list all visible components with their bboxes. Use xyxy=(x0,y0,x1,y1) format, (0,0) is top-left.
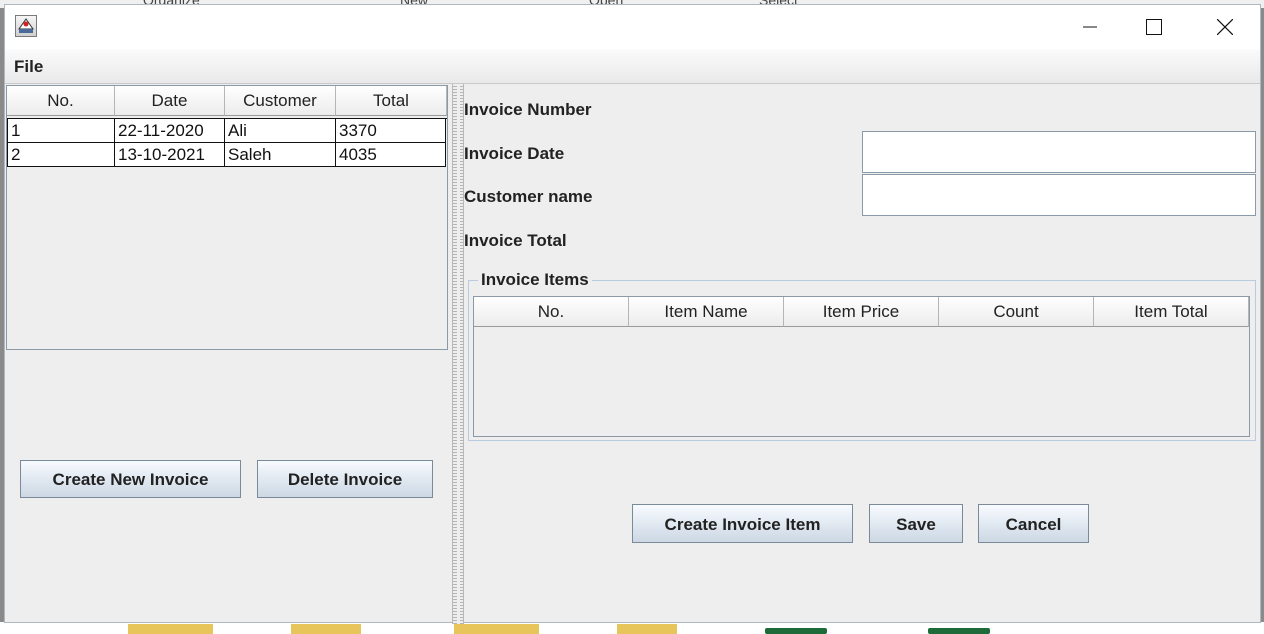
background-folder-icon xyxy=(291,624,361,634)
background-excel-icon xyxy=(765,628,827,634)
column-header-date[interactable]: Date xyxy=(115,86,225,116)
items-table-header: No. Item Name Item Price Count Item Tota… xyxy=(474,297,1249,327)
invoices-panel: No. Date Customer Total 1 22-11-2020 Ali… xyxy=(5,84,451,624)
maximize-button[interactable] xyxy=(1131,5,1177,49)
column-header-item-total[interactable]: Item Total xyxy=(1094,297,1249,327)
invoice-items-table[interactable]: No. Item Name Item Price Count Item Tota… xyxy=(473,296,1250,437)
cancel-button[interactable]: Cancel xyxy=(978,504,1089,543)
cell-date: 13-10-2021 xyxy=(115,143,225,167)
customer-name-field[interactable] xyxy=(862,174,1256,216)
column-header-no[interactable]: No. xyxy=(474,297,629,327)
table-row[interactable]: 1 22-11-2020 Ali 3370 xyxy=(7,118,447,143)
title-bar[interactable] xyxy=(5,5,1260,49)
background-folder-icon xyxy=(617,624,677,634)
background-folder-icon xyxy=(454,624,539,634)
table-row[interactable]: 2 13-10-2021 Saleh 4035 xyxy=(7,143,447,167)
cell-no: 1 xyxy=(7,119,115,143)
cell-customer: Saleh xyxy=(225,143,336,167)
column-header-total[interactable]: Total xyxy=(336,86,447,116)
delete-invoice-button[interactable]: Delete Invoice xyxy=(257,460,433,498)
column-header-customer[interactable]: Customer xyxy=(225,86,336,116)
minimize-icon xyxy=(1083,26,1097,28)
split-pane-divider[interactable] xyxy=(452,84,464,624)
cell-total: 3370 xyxy=(336,119,446,143)
cell-total: 4035 xyxy=(336,143,446,167)
cell-customer: Ali xyxy=(225,119,336,143)
invoice-number-label: Invoice Number xyxy=(464,100,592,119)
invoices-table[interactable]: No. Date Customer Total 1 22-11-2020 Ali… xyxy=(6,85,448,350)
column-header-item-name[interactable]: Item Name xyxy=(629,297,784,327)
invoice-items-group: Invoice Items No. Item Name Item Price C… xyxy=(468,270,1256,441)
customer-name-label: Customer name xyxy=(464,187,593,206)
invoice-total-label: Invoice Total xyxy=(464,231,567,250)
create-new-invoice-button[interactable]: Create New Invoice xyxy=(20,460,241,498)
minimize-button[interactable] xyxy=(1067,5,1113,49)
invoices-table-header: No. Date Customer Total xyxy=(7,86,447,116)
column-header-no[interactable]: No. xyxy=(7,86,115,116)
background-excel-icon xyxy=(928,628,990,634)
invoice-details-panel: Invoice Number Invoice Date Customer nam… xyxy=(464,84,1261,624)
cell-date: 22-11-2020 xyxy=(115,119,225,143)
background-folder-icon xyxy=(128,624,213,634)
menu-file[interactable]: File xyxy=(14,57,43,77)
create-invoice-item-button[interactable]: Create Invoice Item xyxy=(632,504,853,543)
cell-no: 2 xyxy=(7,143,115,167)
close-icon xyxy=(1217,19,1233,35)
column-header-count[interactable]: Count xyxy=(939,297,1094,327)
invoice-date-field[interactable] xyxy=(862,131,1256,173)
maximize-icon xyxy=(1146,19,1162,35)
invoice-app-window: File No. Date Customer Total 1 22-11-202… xyxy=(4,4,1261,624)
invoice-items-title: Invoice Items xyxy=(478,270,592,290)
java-app-icon[interactable] xyxy=(15,15,37,37)
save-button[interactable]: Save xyxy=(869,504,963,543)
menu-bar: File xyxy=(5,49,1260,84)
close-button[interactable] xyxy=(1202,5,1248,49)
invoice-date-label: Invoice Date xyxy=(464,144,565,163)
column-header-item-price[interactable]: Item Price xyxy=(784,297,939,327)
